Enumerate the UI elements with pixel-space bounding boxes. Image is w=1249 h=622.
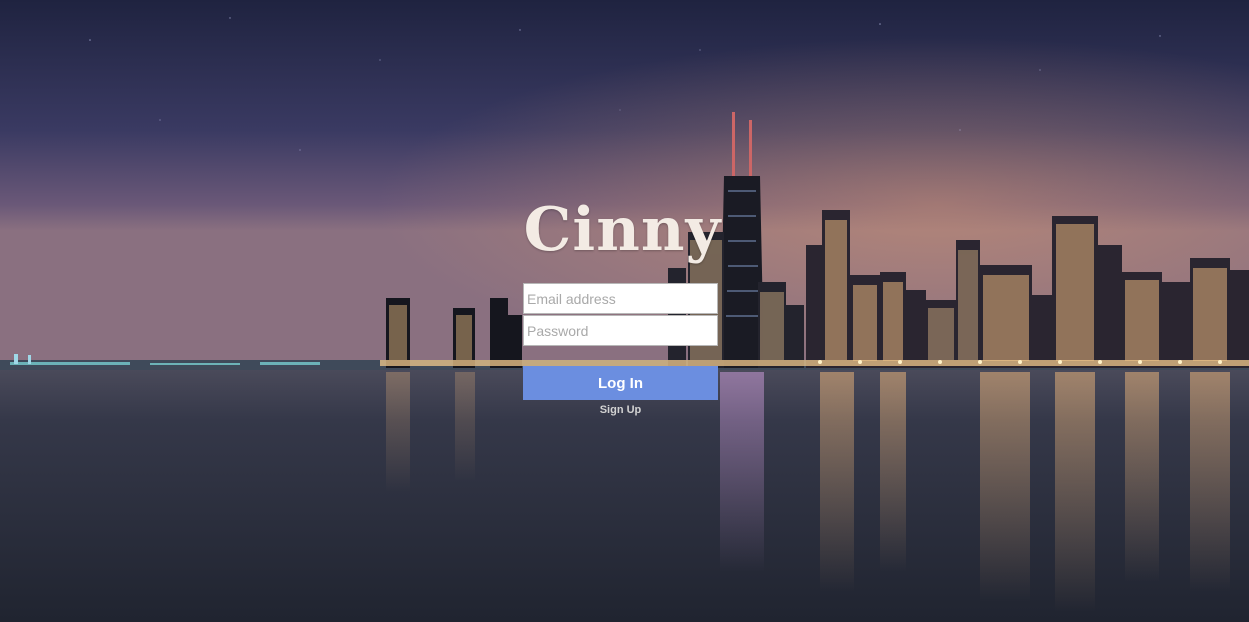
cinny-logo: Cinny: [523, 195, 722, 265]
email-input[interactable]: [523, 283, 718, 314]
login-screen: Cinny Log In Sign Up: [0, 0, 1249, 622]
login-button[interactable]: Log In: [523, 366, 718, 400]
signup-link[interactable]: Sign Up: [523, 404, 718, 416]
login-panel: Cinny Log In Sign Up: [523, 195, 720, 416]
password-input[interactable]: [523, 315, 718, 346]
